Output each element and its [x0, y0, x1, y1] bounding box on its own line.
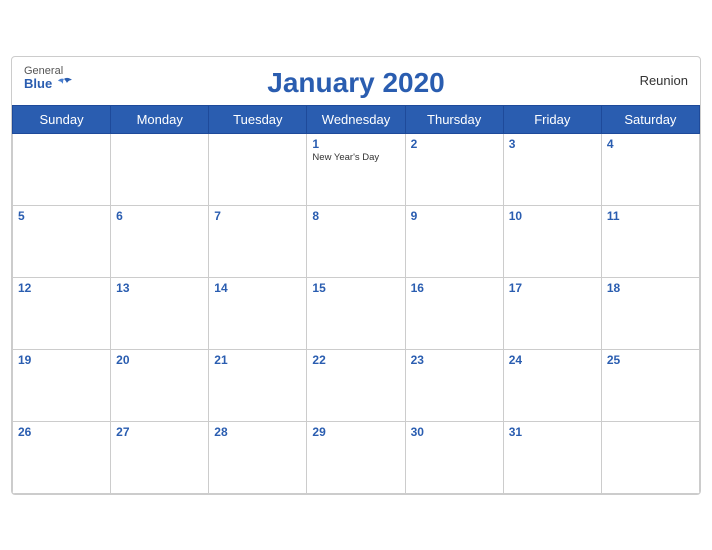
day-cell: 30 [405, 421, 503, 493]
calendar-header: General Blue January 2020 Reunion [12, 57, 700, 105]
day-cell: 17 [503, 277, 601, 349]
day-cell: 13 [111, 277, 209, 349]
day-number: 28 [214, 425, 301, 439]
day-cell [601, 421, 699, 493]
header-wednesday: Wednesday [307, 105, 405, 133]
day-cell: 31 [503, 421, 601, 493]
day-cell: 10 [503, 205, 601, 277]
day-cell: 23 [405, 349, 503, 421]
day-number: 3 [509, 137, 596, 151]
week-row-3: 12 13 14 15 16 17 18 [13, 277, 700, 349]
header-thursday: Thursday [405, 105, 503, 133]
day-number: 22 [312, 353, 399, 367]
day-number: 8 [312, 209, 399, 223]
day-header-row: Sunday Monday Tuesday Wednesday Thursday… [13, 105, 700, 133]
day-cell: 4 [601, 133, 699, 205]
day-cell: 15 [307, 277, 405, 349]
day-number: 14 [214, 281, 301, 295]
day-cell: 3 [503, 133, 601, 205]
day-cell: 24 [503, 349, 601, 421]
week-row-2: 56789 10 11 [13, 205, 700, 277]
day-number: 6 [116, 209, 203, 223]
day-number: 5 [18, 209, 105, 223]
day-cell: 8 [307, 205, 405, 277]
day-number: 16 [411, 281, 498, 295]
holiday-label: New Year's Day [312, 152, 399, 163]
day-number: 30 [411, 425, 498, 439]
day-number: 26 [18, 425, 105, 439]
day-cell: 27 [111, 421, 209, 493]
calendar-title: January 2020 [267, 67, 444, 99]
day-number: 20 [116, 353, 203, 367]
day-cell [13, 133, 111, 205]
week-row-1: 1New Year's Day 234 [13, 133, 700, 205]
day-cell: 16 [405, 277, 503, 349]
header-tuesday: Tuesday [209, 105, 307, 133]
day-number: 21 [214, 353, 301, 367]
day-cell: 9 [405, 205, 503, 277]
week-row-5: 26 27 28 29 30 31 [13, 421, 700, 493]
header-saturday: Saturday [601, 105, 699, 133]
day-number: 13 [116, 281, 203, 295]
logo-bird-icon [54, 77, 74, 93]
day-cell [209, 133, 307, 205]
day-cell: 29 [307, 421, 405, 493]
day-cell: 1New Year's Day [307, 133, 405, 205]
week-row-4: 19 20 21 22 23 24 25 [13, 349, 700, 421]
day-cell: 26 [13, 421, 111, 493]
day-number: 12 [18, 281, 105, 295]
day-number: 9 [411, 209, 498, 223]
logo-area: General Blue [24, 65, 74, 93]
day-number: 24 [509, 353, 596, 367]
header-sunday: Sunday [13, 105, 111, 133]
region-label: Reunion [640, 73, 688, 88]
calendar-table: Sunday Monday Tuesday Wednesday Thursday… [12, 105, 700, 494]
day-number: 2 [411, 137, 498, 151]
logo-general: General [24, 65, 63, 77]
day-number: 29 [312, 425, 399, 439]
day-number: 1 [312, 137, 399, 151]
day-number: 7 [214, 209, 301, 223]
day-cell: 14 [209, 277, 307, 349]
day-cell: 22 [307, 349, 405, 421]
day-cell: 20 [111, 349, 209, 421]
day-number: 25 [607, 353, 694, 367]
day-cell: 25 [601, 349, 699, 421]
day-number: 11 [607, 209, 694, 223]
header-monday: Monday [111, 105, 209, 133]
day-cell: 12 [13, 277, 111, 349]
day-number: 17 [509, 281, 596, 295]
day-cell: 19 [13, 349, 111, 421]
calendar-container: General Blue January 2020 Reunion Sunday [11, 56, 701, 495]
day-cell: 5 [13, 205, 111, 277]
day-number: 4 [607, 137, 694, 151]
day-number: 19 [18, 353, 105, 367]
day-number: 27 [116, 425, 203, 439]
header-friday: Friday [503, 105, 601, 133]
day-cell: 7 [209, 205, 307, 277]
logo-blue: Blue [24, 77, 52, 91]
day-number: 10 [509, 209, 596, 223]
day-cell: 2 [405, 133, 503, 205]
day-number: 23 [411, 353, 498, 367]
day-cell: 28 [209, 421, 307, 493]
day-number: 15 [312, 281, 399, 295]
day-number: 18 [607, 281, 694, 295]
day-number: 31 [509, 425, 596, 439]
day-cell: 6 [111, 205, 209, 277]
day-cell [111, 133, 209, 205]
day-cell: 11 [601, 205, 699, 277]
day-cell: 21 [209, 349, 307, 421]
day-cell: 18 [601, 277, 699, 349]
